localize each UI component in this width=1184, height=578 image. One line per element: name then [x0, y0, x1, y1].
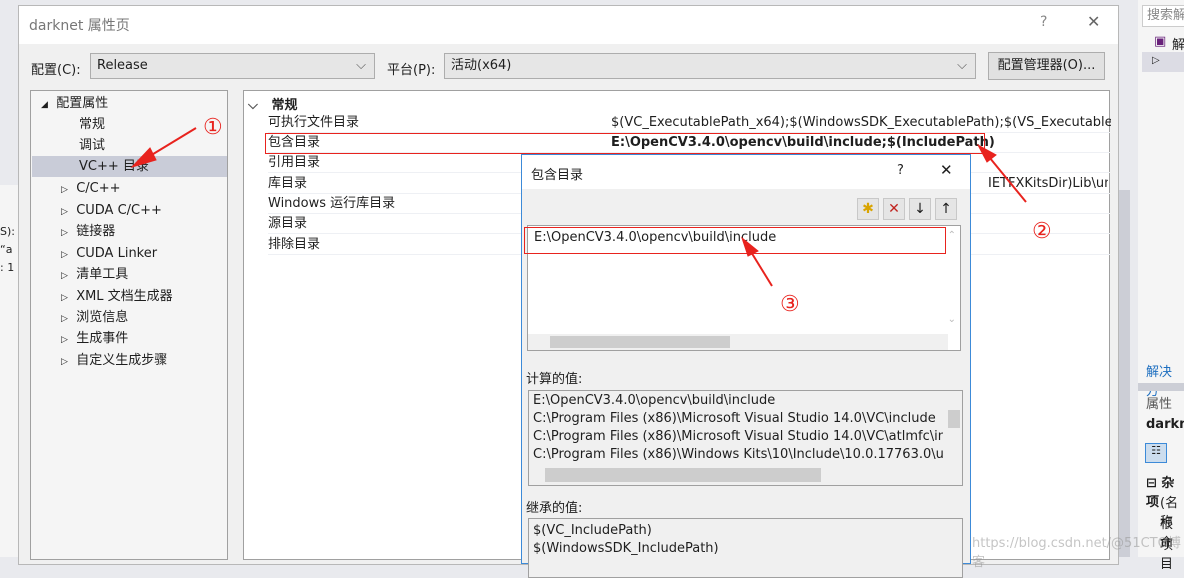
arrow-3	[740, 236, 773, 287]
annotation-1: ①	[203, 115, 223, 140]
annotation-arrows	[130, 127, 1027, 287]
watermark: https://blog.csdn.net/@51CTO博客	[972, 536, 1181, 570]
annotation-3: ③	[780, 292, 800, 317]
arrow-2	[976, 143, 1027, 203]
annotation-2: ②	[1032, 219, 1052, 244]
arrow-1	[130, 127, 197, 168]
